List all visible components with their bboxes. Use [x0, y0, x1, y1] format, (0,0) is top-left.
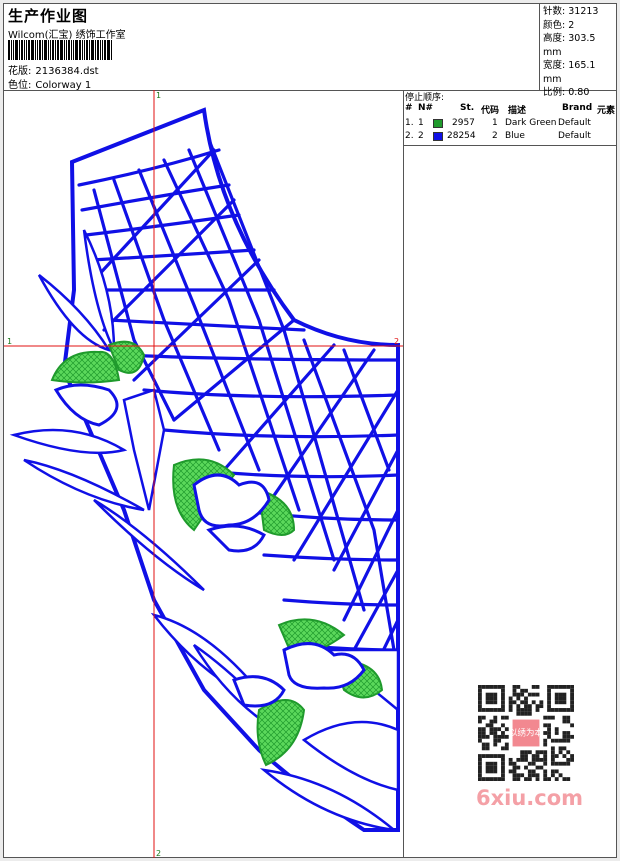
site-watermark: 6xiu.com [476, 786, 584, 810]
row-description: Blue [505, 131, 525, 141]
color-count-value: 2 [568, 19, 575, 31]
color-count-label: 颜色: [543, 19, 566, 31]
axis-label-h-left: 1 [7, 337, 12, 346]
stop-sequence-header: # N# St. 代码 描述 Brand 元素 [404, 103, 616, 116]
stop-row: 2. 2 28254 2 Blue Default [404, 131, 616, 143]
studio-name: Wilcom(汇宝) 绣饰工作室 [8, 30, 126, 41]
axis-label-v-bottom: 2 [156, 849, 161, 858]
colorway-row: 色位: Colorway 1 [8, 76, 91, 91]
axis-label-v-top: 1 [156, 91, 161, 100]
embroidery-design-canvas: 1 1 2 2 [4, 90, 403, 858]
row-index: 1. [405, 118, 414, 128]
col-brand: Brand [562, 103, 593, 113]
row-code: 1 [492, 118, 498, 128]
row-description: Dark Green [505, 118, 557, 128]
stop-row: 1. 1 2957 1 Dark Green Default [404, 118, 616, 130]
stitch-count-value: 31213 [568, 6, 599, 17]
row-code: 2 [492, 131, 498, 141]
design-file-row: 花版: 2136384.dst [8, 62, 99, 77]
col-index: # [405, 103, 413, 113]
row-stitches: 2957 [452, 118, 475, 128]
col-needle: N# [418, 103, 434, 113]
page-title: 生产作业图 [8, 7, 89, 25]
stitch-count-label: 针数: [543, 6, 566, 17]
row-needle: 1 [418, 118, 424, 128]
row-stitches: 28254 [447, 131, 476, 141]
row-brand: Default [558, 118, 591, 128]
col-stitches: St. [460, 103, 475, 113]
row-needle: 2 [418, 131, 424, 141]
stop-sequence-panel: 停止顺序: # N# St. 代码 描述 Brand 元素 1. 1 2957 … [404, 90, 616, 146]
qr-code-image: 以绣为本 [478, 685, 574, 781]
barcode [8, 40, 142, 60]
thread-swatch [433, 132, 443, 141]
row-index: 2. [405, 131, 414, 141]
col-element: 元素 [597, 106, 616, 116]
width-label: 宽度: [543, 60, 566, 71]
header-panel: 生产作业图 Wilcom(汇宝) 绣饰工作室 花版: 2136384.dst 色位… [4, 4, 616, 98]
col-description: 描述 [508, 106, 527, 116]
stats-panel: 针数: 31213 颜色: 2 高度: 303.5 mm 宽度: 165.1 m… [539, 4, 616, 98]
thread-swatch [433, 119, 443, 128]
seal-text: 以绣为本 [509, 728, 543, 738]
axis-label-h-right: 2 [394, 337, 399, 346]
color-count-row: 颜色: 2 [543, 19, 616, 33]
height-label: 高度: [543, 33, 566, 44]
height-row: 高度: 303.5 mm [543, 32, 616, 59]
stop-sequence-title: 停止顺序: [405, 93, 445, 103]
width-row: 宽度: 165.1 mm [543, 59, 616, 86]
qr-code: 以绣为本 [470, 681, 582, 785]
design-preview: 1 1 2 2 [4, 90, 404, 858]
row-brand: Default [558, 131, 591, 141]
stitch-count-row: 针数: 31213 [543, 5, 616, 19]
col-code: 代码 [481, 106, 500, 116]
